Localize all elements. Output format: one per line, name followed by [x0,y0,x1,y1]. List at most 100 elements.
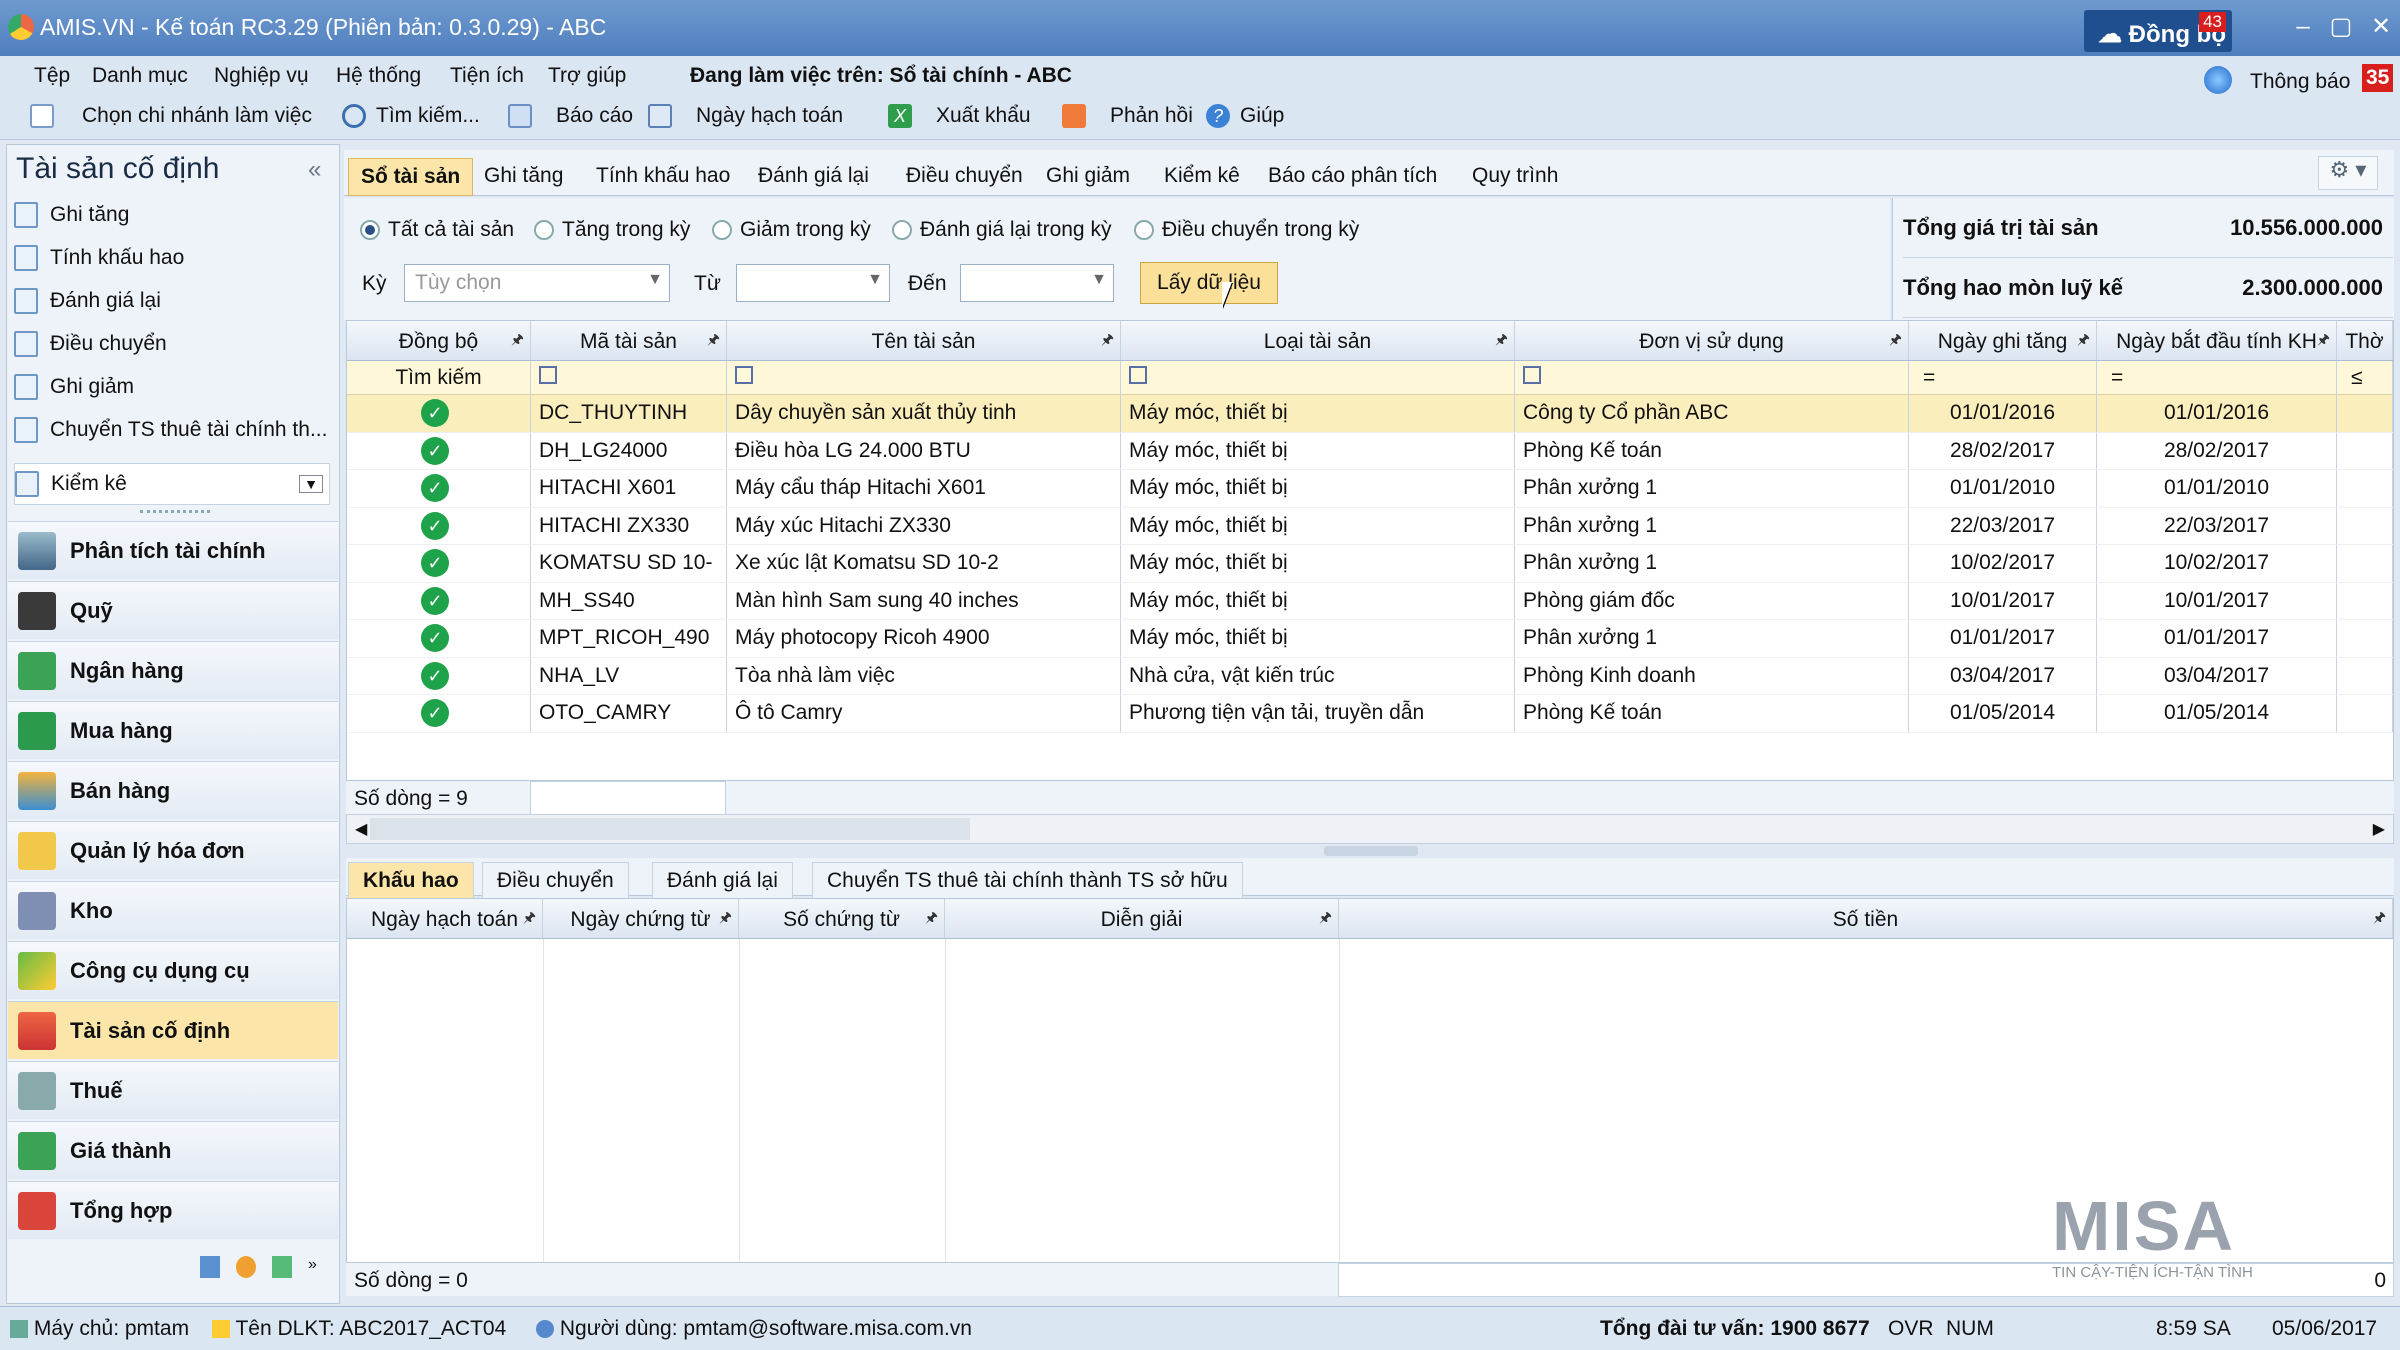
collapse-icon[interactable]: « [308,156,321,184]
tab-asset-ledger[interactable]: Sổ tài sản [348,158,474,196]
close-button[interactable]: ✕ [2366,12,2396,42]
filter-type[interactable] [1121,361,1515,394]
sidebar-item-revaluation[interactable]: Đánh giá lại [14,280,334,322]
pin-icon[interactable]: 🖈 [2317,329,2330,353]
module-purchase[interactable]: Mua hàng [8,701,338,759]
list-icon[interactable] [200,1256,220,1278]
menu-catalog[interactable]: Danh mục [92,64,188,88]
radio-all-assets[interactable]: Tất cả tài sản [360,218,514,242]
table-row[interactable]: ✓ HITACHI ZX330 Máy xúc Hitachi ZX330 Máy m… [347,507,2393,545]
scrollbar-thumb[interactable] [370,818,970,840]
radio-decrease-in-period[interactable]: Giảm trong kỳ [712,218,871,242]
pin-icon[interactable]: 🖈 [707,329,720,353]
table-row[interactable]: ✓ OTO_CAMRY Ô tô Camry Phương tiện vận tải,… [347,695,2393,733]
sidebar-item-inventory[interactable]: Kiểm kê ▼ [14,463,330,505]
pin-icon[interactable]: 🖈 [1101,329,1114,353]
tab-decrease[interactable]: Ghi giảm [1034,158,1142,194]
minimize-button[interactable]: – [2288,12,2318,42]
col-header-duration[interactable]: Thờ [2337,321,2393,360]
table-row[interactable]: ✓ DH_LG24000 Điều hòa LG 24.000 BTU Máy móc… [347,432,2393,470]
tab-detail-revaluation[interactable]: Đánh giá lại [652,862,793,900]
tab-detail-depreciation[interactable]: Khấu hao [348,862,474,900]
menu-help[interactable]: Trợ giúp [548,64,626,88]
filter-department[interactable] [1515,361,1909,394]
choose-branch-button[interactable]: Chọn chi nhánh làm việc [30,104,312,128]
pin-icon[interactable]: 🖈 [1495,329,1508,353]
chevron-down-icon[interactable]: ▼ [299,475,323,493]
chart-icon[interactable] [272,1256,292,1278]
radio-increase-in-period[interactable]: Tăng trong kỳ [534,218,690,242]
module-tax[interactable]: Thuế [8,1061,338,1119]
export-button[interactable]: X Xuất khẩu [888,104,1031,128]
from-date-input[interactable]: ▼ [736,264,890,302]
tab-increase[interactable]: Ghi tăng [472,158,575,194]
sidebar-item-lease-conversion[interactable]: Chuyển TS thuê tài chính th... [14,409,334,451]
module-sales[interactable]: Bán hàng [8,761,338,819]
module-invoice[interactable]: Quản lý hóa đơn [8,821,338,879]
module-fixed-assets[interactable]: Tài sản cố định [8,1001,338,1059]
col-header-posting-date[interactable]: Ngày hạch toán 🖈 [347,899,543,938]
col-header-description[interactable]: Diễn giải 🖈 [945,899,1339,938]
scroll-right-icon[interactable]: ▶ [2373,819,2385,839]
col-header-name[interactable]: Tên tài sản 🖈 [727,321,1121,360]
pin-icon[interactable]: 🖈 [2373,907,2386,931]
table-row[interactable]: ✓ DC_THUYTINH Dây chuyền sản xuất thủy tin… [347,395,2393,433]
filter-increase-date[interactable]: = [1909,361,2097,394]
tab-inventory[interactable]: Kiểm kê [1152,158,1252,194]
settings-gear-icon[interactable]: ⚙ ▾ [2318,156,2378,190]
feedback-button[interactable]: Phản hồi [1062,104,1193,128]
panel-splitter[interactable] [1324,846,1418,856]
tab-analysis-report[interactable]: Báo cáo phân tích [1256,158,1449,194]
pin-icon[interactable]: 🖈 [2077,329,2090,353]
menu-utilities[interactable]: Tiện ích [450,64,524,88]
filter-dep-start-date[interactable]: = [2097,361,2337,394]
pin-icon[interactable]: 🖈 [511,329,524,353]
notification-label[interactable]: Thông báo [2250,70,2350,94]
posting-date-button[interactable]: Ngày hạch toán [648,104,843,128]
pin-icon[interactable]: 🖈 [1319,907,1332,931]
col-header-sync[interactable]: Đồng bộ 🖈 [347,321,531,360]
sidebar-item-decrease[interactable]: Ghi giảm [14,366,334,408]
col-header-voucher-date[interactable]: Ngày chứng từ 🖈 [543,899,739,938]
maximize-button[interactable]: ▢ [2326,12,2356,42]
module-tools[interactable]: Công cụ dụng cụ [8,941,338,999]
help-button[interactable]: ? Giúp [1206,104,1284,128]
to-date-input[interactable]: ▼ [960,264,1114,302]
filter-duration[interactable]: ≤ [2337,361,2393,394]
col-header-type[interactable]: Loại tài sản 🖈 [1121,321,1515,360]
menu-operations[interactable]: Nghiệp vụ [214,64,309,88]
col-header-dep-start-date[interactable]: Ngày bắt đầu tính KH 🖈 [2097,321,2337,360]
sidebar-item-increase[interactable]: Ghi tăng [14,194,334,236]
pin-icon[interactable]: 🖈 [1889,329,1902,353]
tab-workflow[interactable]: Quy trình [1460,158,1570,194]
tab-transfer[interactable]: Điều chuyển [894,158,1035,194]
tab-depreciation[interactable]: Tính khấu hao [584,158,742,194]
col-header-code[interactable]: Mã tài sản 🖈 [531,321,727,360]
tab-detail-transfer[interactable]: Điều chuyển [482,862,629,900]
tab-detail-lease-conversion[interactable]: Chuyển TS thuê tài chính thành TS sở hữu [812,862,1243,900]
module-general[interactable]: Tổng hợp [8,1181,338,1239]
fetch-data-button[interactable]: Lấy dữ liệu [1140,262,1278,304]
col-header-amount[interactable]: Số tiền 🖈 [1339,899,2393,938]
splitter-handle[interactable] [140,510,210,513]
scroll-left-icon[interactable]: ◀ [355,819,367,839]
module-cash[interactable]: Quỹ [8,581,338,639]
pin-icon[interactable]: 🖈 [523,907,536,931]
filter-name[interactable] [727,361,1121,394]
table-row[interactable]: ✓ NHA_LV Tòa nhà làm việc Nhà cửa, vật kiến… [347,657,2393,695]
report-button[interactable]: Báo cáo [508,104,633,128]
table-row[interactable]: ✓ MPT_RICOH_490 Máy photocopy Ricoh 4900 Má… [347,620,2393,658]
period-select[interactable]: Tùy chọn ▼ [404,264,670,302]
search-button[interactable]: Tìm kiếm... [342,104,480,128]
sidebar-item-transfer[interactable]: Điều chuyển [14,323,334,365]
sync-button[interactable]: ☁ Đồng bộ 43 [2084,10,2232,52]
chevron-right-icon[interactable]: » [308,1256,317,1278]
table-row[interactable]: ✓ MH_SS40 Màn hình Sam sung 40 inches Máy m… [347,582,2393,620]
col-header-department[interactable]: Đơn vị sử dụng 🖈 [1515,321,1909,360]
pin-icon[interactable]: 🖈 [925,907,938,931]
pin-icon[interactable]: 🖈 [719,907,732,931]
table-row[interactable]: ✓ HITACHI X601 Máy cẩu tháp Hitachi X601 Má… [347,470,2393,508]
module-financial-analysis[interactable]: Phân tích tài chính [8,521,338,579]
sidebar-item-depreciation[interactable]: Tính khấu hao [14,237,334,279]
radio-revaluation-in-period[interactable]: Đánh giá lại trong kỳ [892,218,1111,242]
